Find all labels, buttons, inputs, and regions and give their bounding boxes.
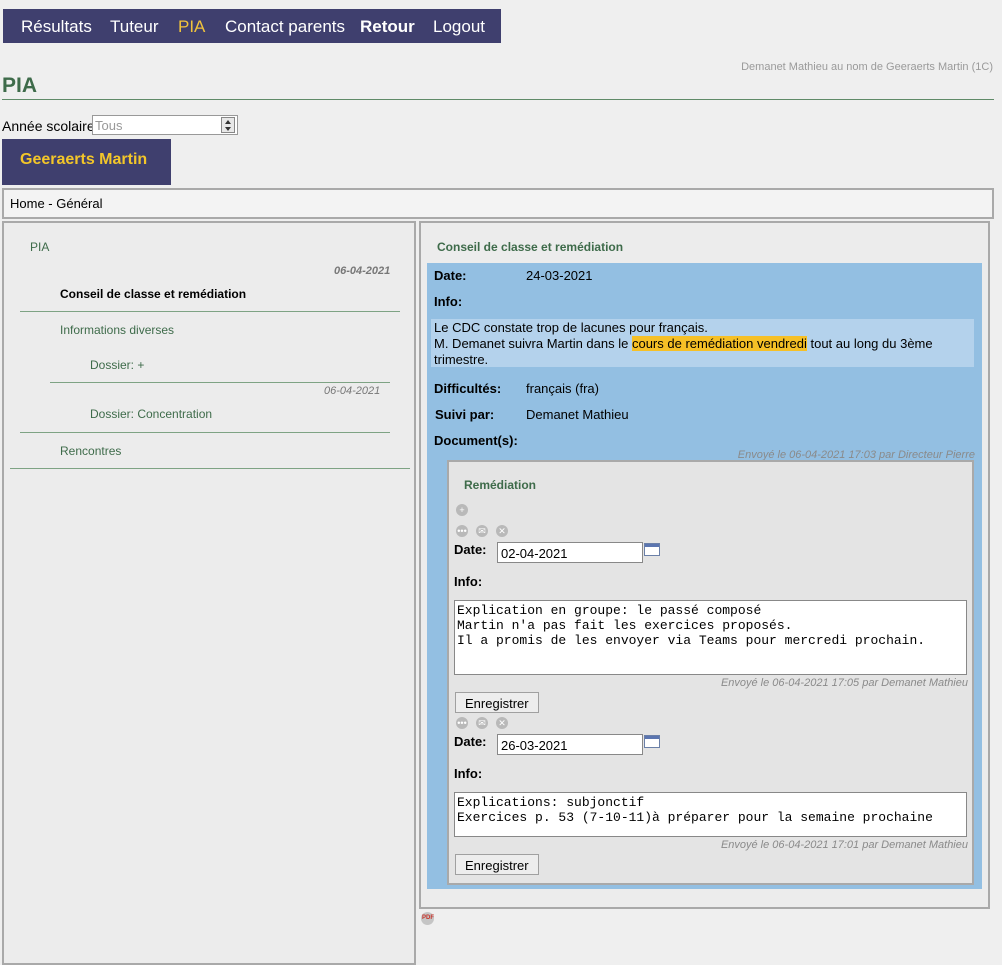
left-tree-panel: PIA 06-04-2021 Conseil de classe et remé… [2, 221, 416, 965]
save-button[interactable]: Enregistrer [455, 692, 539, 713]
entry-info-label: Info: [454, 766, 483, 781]
entry-date-value: 02-04-2021 [501, 546, 568, 561]
tree-date: 06-04-2021 [334, 265, 391, 277]
section-title: Conseil de classe et remédiation [437, 240, 624, 254]
textarea-line: Martin n'a pas fait les exercices propos… [457, 618, 793, 633]
nav-tuteur[interactable]: Tuteur [110, 17, 159, 37]
tree-item-dossier-plus[interactable]: Dossier: + [90, 358, 144, 372]
nav-logout[interactable]: Logout [433, 17, 485, 37]
textarea-line: Il a promis de les envoyer via Teams pou… [457, 633, 926, 648]
textarea-line: Explication en groupe: le passé composé [457, 603, 762, 618]
nav-contact-parents[interactable]: Contact parents [225, 17, 345, 37]
student-name: Geeraerts Martin [20, 151, 148, 168]
page-title: PIA [2, 74, 38, 97]
tree-divider [20, 311, 400, 312]
info-line: Le CDC constate trop de lacunes pour fra… [434, 320, 708, 335]
mail-icon[interactable]: ✉ [476, 525, 488, 537]
entry-info-textarea[interactable]: Explications: subjonctif Exercices p. 53… [454, 792, 967, 837]
mail-icon[interactable]: ✉ [476, 717, 488, 729]
tree-item-conseil[interactable]: Conseil de classe et remédiation [60, 287, 246, 301]
tree-item-dossier-concentration[interactable]: Dossier: Concentration [90, 407, 212, 421]
date-value: 24-03-2021 [526, 268, 593, 283]
suivi-value: Demanet Mathieu [526, 407, 629, 422]
calendar-icon[interactable] [644, 543, 660, 556]
year-label: Année scolaire [2, 118, 95, 134]
plus-icon[interactable]: + [456, 504, 468, 516]
textarea-line: Exercices p. 53 (7-10-11)à préparer pour… [457, 810, 933, 825]
textarea-line: Explications: subjonctif [457, 795, 645, 810]
entry-date-value: 26-03-2021 [501, 738, 568, 753]
entry-info-label: Info: [454, 574, 483, 589]
info-highlight: cours de remédiation vendredi [631, 336, 807, 351]
breadcrumb: Home - Général [2, 188, 994, 219]
entry-date-input[interactable]: 26-03-2021 [497, 734, 643, 755]
info-text-part: tout au long du 3ème [806, 336, 933, 351]
main-nav: Résultats Tuteur PIA Contact parents Ret… [3, 9, 501, 43]
tree-item-informations-diverses[interactable]: Informations diverses [60, 323, 174, 337]
comment-icon[interactable]: ••• [456, 525, 468, 537]
entry-meta: Envoyé le 06-04-2021 17:05 par Demanet M… [720, 677, 968, 689]
tree-divider [10, 468, 410, 469]
remediation-box: Remédiation + ••• ✉ ✕ Date: 02-04-2021 I… [447, 460, 974, 885]
info-text-part: M. Demanet suivra Martin dans le [434, 336, 632, 351]
entry-info-textarea[interactable]: Explication en groupe: le passé composé … [454, 600, 967, 675]
nav-resultats[interactable]: Résultats [21, 17, 92, 37]
user-info: Demanet Mathieu au nom de Geeraerts Mart… [741, 61, 993, 73]
suivi-label: Suivi par: [435, 407, 495, 422]
delete-icon[interactable]: ✕ [496, 525, 508, 537]
tree-item-pia[interactable]: PIA [30, 240, 49, 254]
remediation-title: Remédiation [464, 478, 537, 492]
student-header: Geeraerts Martin [2, 139, 171, 185]
calendar-icon[interactable] [644, 735, 660, 748]
difficultes-label: Difficultés: [434, 381, 502, 396]
date-label: Date: [434, 268, 467, 283]
nav-pia[interactable]: PIA [178, 17, 205, 37]
year-select[interactable]: Tous [92, 115, 238, 135]
delete-icon[interactable]: ✕ [496, 717, 508, 729]
entry-meta: Envoyé le 06-04-2021 17:01 par Demanet M… [720, 839, 968, 851]
tree-item-rencontres[interactable]: Rencontres [60, 444, 121, 458]
breadcrumb-text[interactable]: Home - Général [10, 196, 102, 211]
tree-date: 06-04-2021 [324, 385, 381, 397]
record-box: Date: 24-03-2021 Info: Le CDC constate t… [427, 263, 982, 889]
save-button[interactable]: Enregistrer [455, 854, 539, 875]
entry-date-label: Date: [454, 734, 487, 749]
year-select-value: Tous [95, 118, 123, 133]
info-label: Info: [434, 294, 463, 309]
pdf-icon[interactable]: PDF [421, 912, 434, 925]
info-line: M. Demanet suivra Martin dans le cours d… [434, 336, 933, 351]
info-line: trimestre. [434, 352, 489, 367]
entry-date-input[interactable]: 02-04-2021 [497, 542, 643, 563]
title-divider [2, 99, 994, 100]
spinner-icon[interactable] [221, 117, 235, 133]
comment-icon[interactable]: ••• [456, 717, 468, 729]
documents-label: Document(s): [434, 433, 518, 448]
entry-date-label: Date: [454, 542, 487, 557]
detail-panel: Conseil de classe et remédiation Date: 2… [419, 221, 990, 909]
nav-retour[interactable]: Retour [360, 17, 415, 37]
tree-divider [50, 382, 390, 383]
info-text: Le CDC constate trop de lacunes pour fra… [431, 319, 974, 367]
difficultes-value: français (fra) [526, 381, 599, 396]
tree-divider [20, 432, 390, 433]
